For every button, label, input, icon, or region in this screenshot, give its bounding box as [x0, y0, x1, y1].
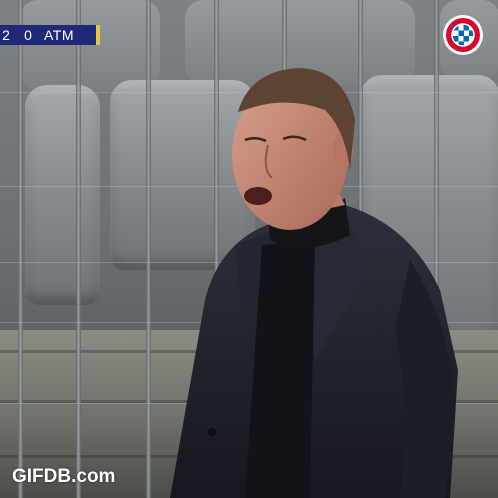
- away-team-abbreviation: ATM: [44, 27, 75, 43]
- scoreboard: 2 0 ATM: [0, 25, 100, 45]
- fc-bayern-munchen-logo: [443, 15, 483, 55]
- away-score: 0: [24, 27, 32, 43]
- scoreboard-accent-bar: [96, 25, 100, 45]
- scene: 2 0 ATM GIFDB.com: [0, 0, 498, 498]
- man-in-dark-coat: [170, 68, 458, 498]
- gifdb-watermark: GIFDB.com: [12, 466, 116, 487]
- home-score: 2: [2, 27, 10, 43]
